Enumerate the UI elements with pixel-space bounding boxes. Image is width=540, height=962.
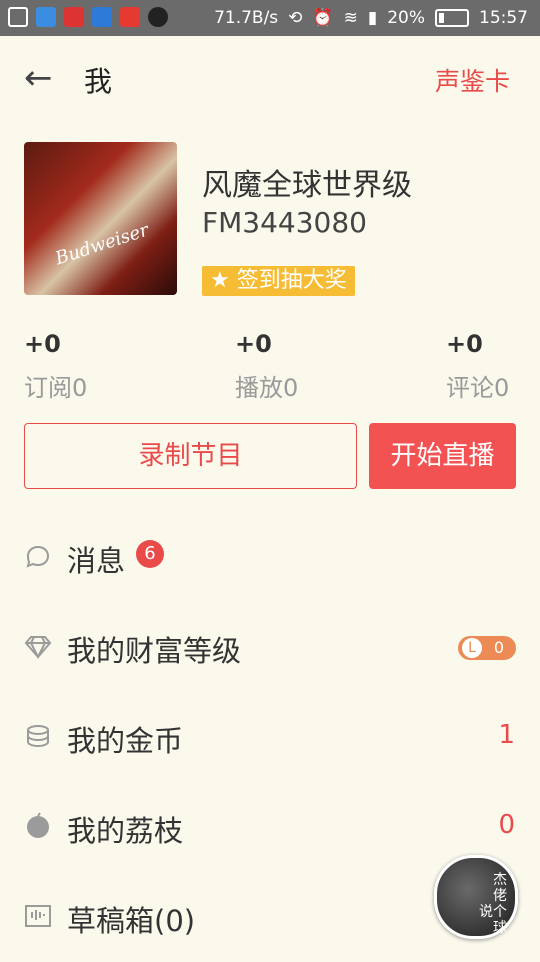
floating-text-line: 杰 [493, 872, 507, 888]
page-title: 我 [84, 65, 113, 98]
stat-label: 订阅0 [24, 374, 88, 402]
header: ← 我 声鉴卡 [0, 36, 540, 126]
floating-text-line: 佬 [493, 888, 507, 904]
menu-item-messages[interactable]: 消息 6 [0, 512, 540, 602]
voice-card-link[interactable]: 声鉴卡 [435, 62, 510, 98]
wifi-icon: ≋ [343, 8, 358, 28]
back-arrow-icon[interactable]: ← [24, 58, 64, 98]
stat-label: 播放0 [235, 374, 299, 402]
rotate-icon: ⟲ [288, 8, 303, 28]
avatar-logo-text: Budweiser [52, 219, 152, 270]
level-letter: L [462, 638, 482, 658]
checkin-button[interactable]: ★ 签到抽大奖 [202, 266, 355, 296]
status-bar: 71.7B/s ⟲ ⏰ ≋ ▮ 20% 15:57 [0, 0, 540, 36]
floating-player-avatar[interactable]: 杰 佬 说个 球 [434, 855, 518, 939]
stat-delta: +0 [235, 330, 272, 358]
menu-label: 草稿箱(0) [67, 904, 196, 938]
drafts-icon [25, 905, 51, 927]
floating-avatar-text: 杰 佬 说个 球 [479, 872, 507, 936]
stat-delta: +0 [446, 330, 483, 358]
menu-item-coins[interactable]: 我的金币 1 [0, 692, 540, 782]
profile-fm-id: FM3443080 [202, 206, 367, 239]
clock: 15:57 [479, 8, 528, 28]
network-speed: 71.7B/s [214, 8, 279, 28]
qq-icon [148, 7, 168, 27]
coins-value: 1 [498, 720, 515, 750]
menu-label: 我的金币 [67, 724, 184, 758]
lychee-value: 0 [498, 810, 515, 840]
shield-icon [36, 7, 56, 27]
screenshot-icon [8, 7, 28, 27]
status-right: 71.7B/s ⟲ ⏰ ≋ ▮ 20% 15:57 [214, 8, 528, 28]
stat-comments[interactable]: +0 评论0 [446, 330, 509, 403]
stat-plays[interactable]: +0 播放0 [235, 330, 298, 403]
s-app-icon [120, 7, 140, 27]
profile-avatar[interactable]: Budweiser [24, 142, 177, 295]
status-notification-icons [8, 7, 168, 27]
lychee-icon [27, 812, 49, 838]
stat-label: 评论0 [446, 374, 510, 402]
menu-item-wealth-level[interactable]: 我的财富等级 L 0 [0, 602, 540, 692]
diamond-icon [24, 636, 52, 660]
app-red-icon [64, 7, 84, 27]
signal-icon: ▮ [367, 8, 378, 28]
record-program-button[interactable]: 录制节目 [24, 423, 357, 489]
menu-label: 我的财富等级 [67, 634, 242, 668]
battery-icon [435, 9, 469, 27]
floating-text-line: 球 [493, 920, 507, 936]
start-live-button[interactable]: 开始直播 [369, 423, 516, 489]
chat-bubble-icon [26, 545, 50, 568]
coins-icon [27, 725, 49, 748]
upload-icon [92, 7, 112, 27]
unread-badge: 6 [136, 540, 164, 568]
stat-subscriptions[interactable]: +0 订阅0 [24, 330, 87, 403]
wealth-level-pill: L 0 [458, 636, 516, 660]
menu-label: 消息 [67, 544, 126, 578]
profile-name: 风魔全球世界级 [202, 168, 412, 203]
floating-text-line: 说个 [479, 904, 507, 920]
menu-label: 我的荔枝 [67, 814, 184, 848]
alarm-icon: ⏰ [312, 8, 334, 28]
stat-delta: +0 [24, 330, 61, 358]
level-value: 0 [493, 638, 504, 657]
battery-percent: 20% [387, 8, 425, 28]
